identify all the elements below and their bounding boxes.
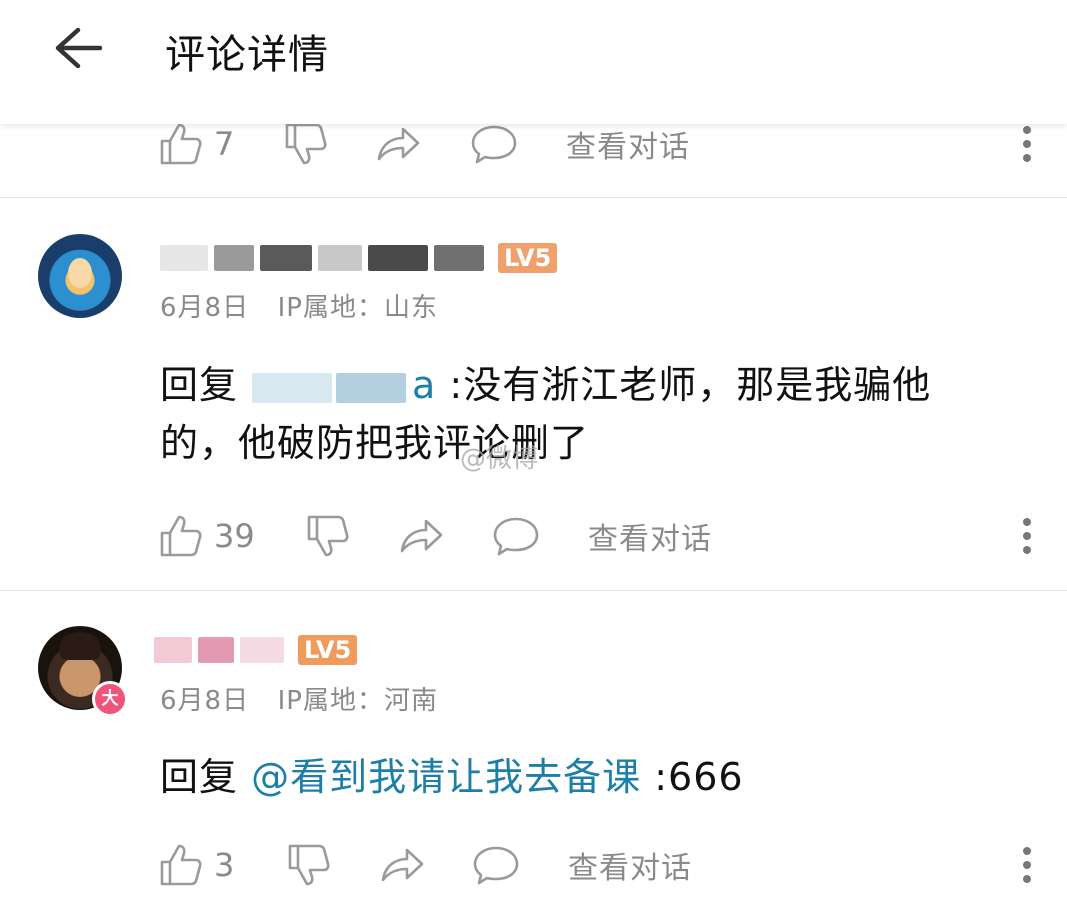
- avatar-hair: [60, 632, 100, 660]
- share-button[interactable]: [379, 835, 425, 895]
- share-button[interactable]: [398, 506, 444, 566]
- like-count: 7: [214, 125, 235, 163]
- thumbs-down-icon: [307, 515, 349, 557]
- avatar[interactable]: [38, 234, 122, 318]
- thumbs-down-icon: [288, 844, 330, 886]
- ip-location: IP属地：河南: [277, 686, 438, 716]
- chat-bubble-icon: [473, 846, 519, 885]
- username[interactable]: LV5: [160, 238, 558, 278]
- comment-meta: 6月8日 IP属地：河南: [160, 680, 438, 717]
- avatar-face: [68, 258, 92, 288]
- comment-text: 回复 @看到我请让我去备课 :666: [160, 755, 744, 799]
- more-options-icon[interactable]: [1017, 843, 1037, 887]
- comment-date: 6月8日: [160, 293, 250, 323]
- share-icon: [377, 127, 420, 161]
- more-options-icon[interactable]: [1017, 514, 1037, 558]
- comment-meta: 6月8日 IP属地：山东: [160, 287, 438, 324]
- divider: [0, 590, 1067, 591]
- dislike-button[interactable]: [286, 835, 332, 895]
- vip-badge: 大: [92, 681, 128, 717]
- mention-link[interactable]: @看到我请让我去备课: [251, 755, 641, 799]
- chat-bubble-icon: [493, 517, 539, 556]
- share-icon: [400, 519, 443, 553]
- comment-button[interactable]: [472, 835, 520, 895]
- page-title: 评论详情: [165, 32, 329, 78]
- more-options-icon[interactable]: [1017, 122, 1037, 166]
- thumbs-up-icon: [160, 844, 202, 886]
- view-conversation-link[interactable]: 查看对话: [568, 835, 692, 895]
- share-icon: [381, 848, 424, 882]
- blurred-name: [154, 637, 192, 663]
- chat-bubble-icon: [471, 125, 517, 164]
- like-count: 3: [214, 846, 235, 884]
- thumbs-down-icon: [285, 123, 327, 165]
- action-bar: 3 查看对话: [0, 835, 1067, 895]
- arrow-left-icon[interactable]: [52, 24, 104, 72]
- ip-location: IP属地：山东: [277, 293, 438, 323]
- thumbs-up-icon: [160, 123, 202, 165]
- like-button[interactable]: 3: [158, 835, 234, 895]
- action-bar: 39 查看对话: [0, 506, 1067, 566]
- username[interactable]: LV5: [154, 630, 358, 670]
- comment-button[interactable]: [492, 506, 540, 566]
- like-button[interactable]: 39: [158, 506, 255, 566]
- top-bar: 评论详情: [0, 0, 1067, 124]
- thumbs-up-icon: [160, 515, 202, 557]
- comment-text: 回复 a :没有浙江老师，那是我骗他 的，他破防把我评论删了: [160, 363, 932, 465]
- mention-link[interactable]: a: [238, 363, 436, 407]
- like-count: 39: [214, 517, 255, 555]
- watermark: @微博: [460, 444, 539, 474]
- comment-date: 6月8日: [160, 686, 250, 716]
- level-badge: LV5: [498, 243, 558, 273]
- divider: [0, 197, 1067, 198]
- dislike-button[interactable]: [305, 506, 351, 566]
- level-badge: LV5: [298, 635, 358, 665]
- blurred-name: [160, 245, 208, 271]
- view-conversation-link[interactable]: 查看对话: [588, 506, 712, 566]
